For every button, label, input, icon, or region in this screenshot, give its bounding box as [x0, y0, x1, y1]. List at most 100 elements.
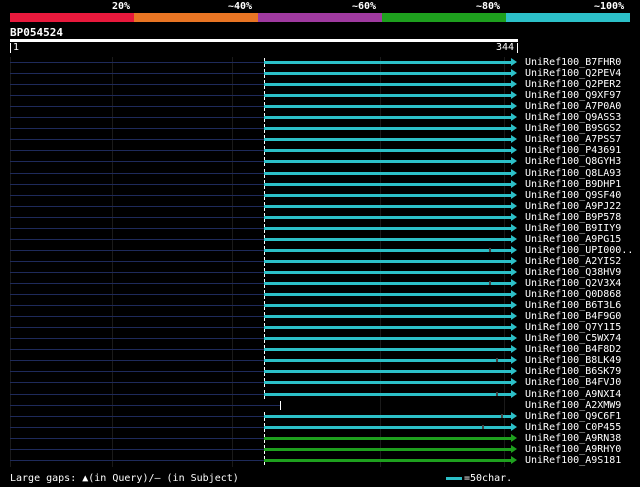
hit-row[interactable]: UniRef100_Q9C6F1 — [0, 411, 640, 422]
hit-alignment-bar[interactable] — [263, 381, 512, 385]
hit-row[interactable]: UniRef100_Q2PEV4 — [0, 68, 640, 79]
hit-alignment-bar[interactable] — [263, 127, 512, 131]
hit-id-link[interactable]: UniRef100_A2XMW9 — [525, 400, 621, 411]
hit-id-link[interactable]: UniRef100_Q2PER2 — [525, 79, 621, 90]
hit-alignment-bar[interactable] — [263, 72, 512, 76]
hit-id-link[interactable]: UniRef100_B9IIY9 — [525, 223, 621, 234]
hit-id-link[interactable]: UniRef100_Q0D868 — [525, 289, 621, 300]
hit-id-link[interactable]: UniRef100_Q8GYH3 — [525, 156, 621, 167]
hit-id-link[interactable]: UniRef100_P43691 — [525, 145, 621, 156]
hit-alignment-bar[interactable] — [263, 171, 512, 175]
hit-alignment-bar[interactable] — [263, 138, 512, 142]
hit-alignment-bar[interactable] — [263, 458, 512, 462]
hit-row[interactable]: UniRef100_Q9ASS3 — [0, 112, 640, 123]
hit-alignment-bar[interactable] — [263, 248, 512, 252]
hit-row[interactable]: UniRef100_B4F9G0 — [0, 311, 640, 322]
hit-id-link[interactable]: UniRef100_B6T3L6 — [525, 300, 621, 311]
hit-id-link[interactable]: UniRef100_A9PJ22 — [525, 201, 621, 212]
hit-alignment-bar[interactable] — [263, 270, 512, 274]
hit-id-link[interactable]: UniRef100_C5WX74 — [525, 333, 621, 344]
hit-alignment-bar[interactable] — [263, 304, 512, 308]
hit-row[interactable]: UniRef100_A2YIS2 — [0, 256, 640, 267]
hit-id-link[interactable]: UniRef100_A9RN38 — [525, 433, 621, 444]
hit-id-link[interactable]: UniRef100_B4F8D2 — [525, 344, 621, 355]
hit-row[interactable]: UniRef100_A9RN38 — [0, 433, 640, 444]
hit-id-link[interactable]: UniRef100_B4FVJ0 — [525, 377, 621, 388]
hit-id-link[interactable]: UniRef100_B8LK49 — [525, 355, 621, 366]
hit-row[interactable]: UniRef100_C0P455 — [0, 422, 640, 433]
hit-id-link[interactable]: UniRef100_A9NXI4 — [525, 389, 621, 400]
hit-row[interactable]: UniRef100_A7PSS7 — [0, 134, 640, 145]
hit-row[interactable]: UniRef100_Q2PER2 — [0, 79, 640, 90]
hit-id-link[interactable]: UniRef100_Q38HV9 — [525, 267, 621, 278]
hit-alignment-bar[interactable] — [263, 259, 512, 263]
hit-row[interactable]: UniRef100_UPI000.. — [0, 245, 640, 256]
hit-id-link[interactable]: UniRef100_B9DHP1 — [525, 179, 621, 190]
hit-row[interactable]: UniRef100_B4F8D2 — [0, 344, 640, 355]
hit-alignment-bar[interactable] — [263, 182, 512, 186]
hit-id-link[interactable]: UniRef100_A9RHY0 — [525, 444, 621, 455]
hit-row[interactable]: UniRef100_Q9XF97 — [0, 90, 640, 101]
hit-id-link[interactable]: UniRef100_B4F9G0 — [525, 311, 621, 322]
hit-row[interactable]: UniRef100_B6T3L6 — [0, 300, 640, 311]
hit-id-link[interactable]: UniRef100_UPI000.. — [525, 245, 633, 256]
hit-alignment-bar[interactable] — [263, 282, 512, 285]
hit-row[interactable]: UniRef100_Q2V3X4 — [0, 278, 640, 289]
hit-row[interactable]: UniRef100_B7FHR0 — [0, 57, 640, 68]
hit-alignment-bar[interactable] — [263, 149, 512, 153]
hit-row[interactable]: UniRef100_A9S181 — [0, 455, 640, 466]
hit-alignment-bar[interactable] — [263, 105, 512, 109]
hit-row[interactable]: UniRef100_A9PJ22 — [0, 201, 640, 212]
hit-id-link[interactable]: UniRef100_Q7Y1I5 — [525, 322, 621, 333]
hit-row[interactable]: UniRef100_P43691 — [0, 145, 640, 156]
hit-alignment-bar[interactable] — [263, 359, 512, 363]
hit-row[interactable]: UniRef100_A9PG15 — [0, 234, 640, 245]
hit-id-link[interactable]: UniRef100_A2YIS2 — [525, 256, 621, 267]
hit-row[interactable]: UniRef100_Q9SF40 — [0, 190, 640, 201]
hit-row[interactable]: UniRef100_Q38HV9 — [0, 267, 640, 278]
hit-row[interactable]: UniRef100_B9P578 — [0, 212, 640, 223]
hit-row[interactable]: UniRef100_A9RHY0 — [0, 444, 640, 455]
hit-row[interactable]: UniRef100_A2XMW9 — [0, 400, 640, 411]
hit-id-link[interactable]: UniRef100_A7P0A0 — [525, 101, 621, 112]
hit-id-link[interactable]: UniRef100_Q8LA93 — [525, 168, 621, 179]
hit-id-link[interactable]: UniRef100_C0P455 — [525, 422, 621, 433]
hit-row[interactable]: UniRef100_B9DHP1 — [0, 179, 640, 190]
hit-id-link[interactable]: UniRef100_B9SGS2 — [525, 123, 621, 134]
hit-alignment-bar[interactable] — [263, 160, 512, 164]
hit-id-link[interactable]: UniRef100_Q9C6F1 — [525, 411, 621, 422]
hit-alignment-bar[interactable] — [263, 193, 512, 197]
hit-alignment-bar[interactable] — [263, 392, 512, 396]
hit-row[interactable]: UniRef100_Q8LA93 — [0, 168, 640, 179]
hit-row[interactable]: UniRef100_Q8GYH3 — [0, 156, 640, 167]
hit-id-link[interactable]: UniRef100_A7PSS7 — [525, 134, 621, 145]
hit-id-link[interactable]: UniRef100_B6SK79 — [525, 366, 621, 377]
hit-row[interactable]: UniRef100_A7P0A0 — [0, 101, 640, 112]
hit-row[interactable]: UniRef100_Q0D868 — [0, 289, 640, 300]
hit-id-link[interactable]: UniRef100_Q2PEV4 — [525, 68, 621, 79]
hit-row[interactable]: UniRef100_B6SK79 — [0, 366, 640, 377]
hit-alignment-bar[interactable] — [263, 94, 512, 98]
hit-id-link[interactable]: UniRef100_A9PG15 — [525, 234, 621, 245]
hit-alignment-bar[interactable] — [263, 425, 512, 429]
hit-row[interactable]: UniRef100_C5WX74 — [0, 333, 640, 344]
hit-alignment-bar[interactable] — [263, 237, 512, 241]
hit-alignment-bar[interactable] — [263, 414, 512, 418]
hit-alignment-bar[interactable] — [263, 293, 512, 297]
hit-row[interactable]: UniRef100_B8LK49 — [0, 355, 640, 366]
hit-id-link[interactable]: UniRef100_Q9SF40 — [525, 190, 621, 201]
hit-alignment-bar[interactable] — [263, 436, 512, 440]
hit-id-link[interactable]: UniRef100_Q9ASS3 — [525, 112, 621, 123]
hit-alignment-bar[interactable] — [263, 447, 512, 451]
hit-id-link[interactable]: UniRef100_B9P578 — [525, 212, 621, 223]
hit-alignment-bar[interactable] — [263, 226, 512, 230]
hit-alignment-bar[interactable] — [263, 116, 512, 120]
hit-alignment-bar[interactable] — [263, 370, 512, 374]
hit-id-link[interactable]: UniRef100_B7FHR0 — [525, 57, 621, 68]
hit-alignment-bar[interactable] — [263, 326, 512, 330]
hit-alignment-bar[interactable] — [263, 83, 512, 87]
hit-id-link[interactable]: UniRef100_A9S181 — [525, 455, 621, 466]
hit-row[interactable]: UniRef100_Q7Y1I5 — [0, 322, 640, 333]
hit-row[interactable]: UniRef100_B4FVJ0 — [0, 377, 640, 388]
hit-id-link[interactable]: UniRef100_Q2V3X4 — [525, 278, 621, 289]
